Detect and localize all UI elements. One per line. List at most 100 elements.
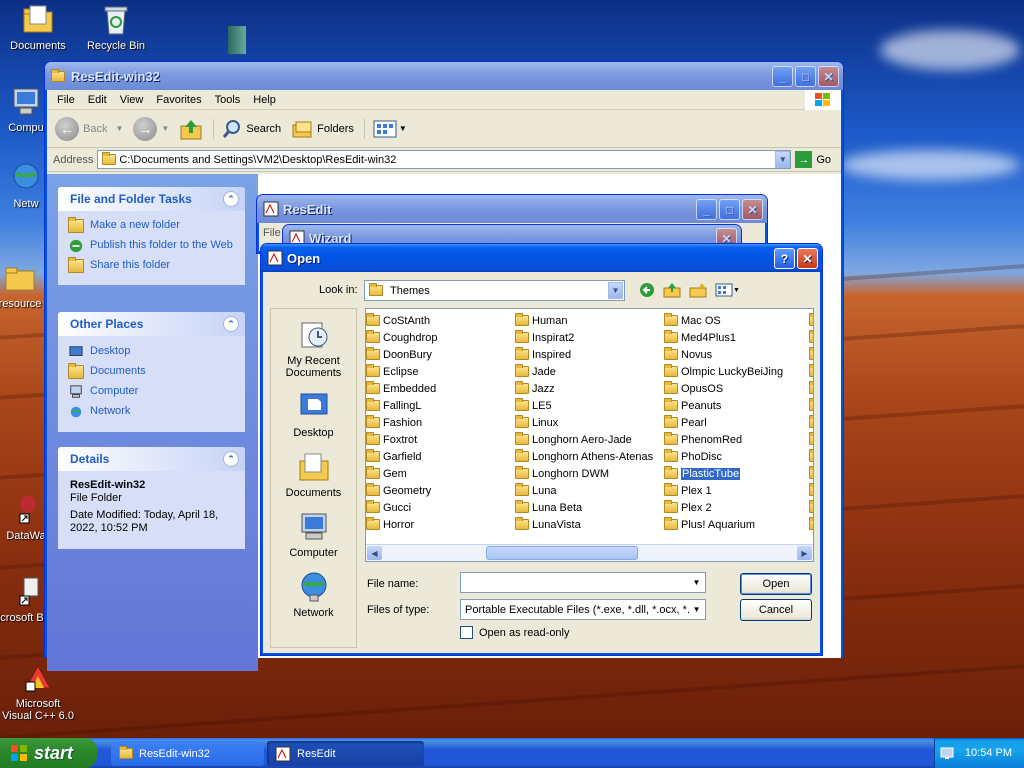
open-dialog-title-bar[interactable]: Open ? ✕ xyxy=(261,244,822,272)
search-button[interactable]: Search xyxy=(213,118,281,139)
file-list-item[interactable]: Pearl xyxy=(664,414,783,431)
new-folder-icon[interactable] xyxy=(689,282,707,298)
menu-view[interactable]: View xyxy=(120,94,144,106)
menu-file[interactable]: File xyxy=(57,94,75,106)
file-type-dropdown-button[interactable]: ▼ xyxy=(689,601,704,618)
task-publish-folder[interactable]: Publish this folder to the Web xyxy=(58,236,245,256)
help-button[interactable]: ? xyxy=(774,248,795,269)
task-share-folder[interactable]: Share this folder xyxy=(58,256,245,276)
file-list-item[interactable]: LE5 xyxy=(515,397,653,414)
close-button[interactable]: ✕ xyxy=(797,248,818,269)
details-header[interactable]: Details ⌃ xyxy=(58,447,245,471)
file-list-item[interactable]: Gem xyxy=(366,465,437,482)
folders-button[interactable]: Folders xyxy=(291,119,354,139)
close-button[interactable]: ✕ xyxy=(742,199,763,220)
view-menu-button[interactable]: ▼ xyxy=(715,282,740,298)
minimize-button[interactable]: _ xyxy=(696,199,717,220)
desktop-icon-recycle-bin[interactable]: Recycle Bin xyxy=(78,4,154,52)
clock[interactable]: 10:54 PM xyxy=(965,747,1012,759)
go-button[interactable]: → Go xyxy=(795,151,831,168)
file-list-item[interactable]: Coughdrop xyxy=(366,329,437,346)
file-folder-tasks-header[interactable]: File and Folder Tasks ⌃ xyxy=(58,187,245,211)
up-folder-icon[interactable] xyxy=(663,282,681,298)
file-list-item[interactable]: OpusOS xyxy=(664,380,783,397)
file-list-item[interactable]: Mac OS xyxy=(664,312,783,329)
look-in-select[interactable]: Themes ▼ xyxy=(364,280,625,301)
file-list-item[interactable]: Plex 1 xyxy=(664,482,783,499)
maximize-button[interactable]: □ xyxy=(719,199,740,220)
file-list-item[interactable]: Peanuts xyxy=(664,397,783,414)
back-arrow-icon[interactable] xyxy=(639,282,655,298)
file-list-item[interactable]: Olmpic LuckyBeiJing xyxy=(664,363,783,380)
file-list-item[interactable]: Jazz xyxy=(515,380,653,397)
task-make-new-folder[interactable]: Make a new folder xyxy=(58,216,245,236)
other-places-header[interactable]: Other Places ⌃ xyxy=(58,312,245,336)
menu-help[interactable]: Help xyxy=(253,94,276,106)
place-computer[interactable]: Computer xyxy=(58,382,245,402)
file-type-select[interactable]: Portable Executable Files (*.exe, *.dll,… xyxy=(460,599,706,620)
file-list-item[interactable]: LunaVista xyxy=(515,516,653,533)
forward-button[interactable]: → ▼ xyxy=(133,116,169,141)
file-list-item[interactable]: Linux xyxy=(515,414,653,431)
scrollbar-thumb[interactable] xyxy=(486,546,638,560)
menu-file[interactable]: File xyxy=(263,227,281,239)
menu-tools[interactable]: Tools xyxy=(215,94,241,106)
file-list-item[interactable]: Eclipse xyxy=(366,363,437,380)
horizontal-scrollbar[interactable]: ◀ ▶ xyxy=(366,544,813,561)
file-list-item[interactable]: Geometry xyxy=(366,482,437,499)
file-list-item[interactable]: Longhorn Athens-Atenas xyxy=(515,448,653,465)
address-dropdown-button[interactable]: ▼ xyxy=(775,151,791,168)
file-list-item[interactable]: Luna xyxy=(515,482,653,499)
file-name-input[interactable]: ▼ xyxy=(460,572,706,593)
file-list-item[interactable]: PlasticTube xyxy=(664,465,783,482)
file-list-item[interactable]: Embedded xyxy=(366,380,437,397)
file-list-item[interactable]: Longhorn DWM xyxy=(515,465,653,482)
place-my-recent-documents[interactable]: My Recent Documents xyxy=(271,319,356,379)
up-folder-button[interactable] xyxy=(179,117,203,141)
taskbar-item-resedit-win32[interactable]: ResEdit-win32 xyxy=(111,741,264,766)
scroll-right-button[interactable]: ▶ xyxy=(797,546,812,560)
file-list-item[interactable]: Foxtrot xyxy=(366,431,437,448)
look-in-dropdown-button[interactable]: ▼ xyxy=(608,282,623,299)
collapse-chevron-icon[interactable]: ⌃ xyxy=(223,316,239,332)
address-input[interactable]: C:\Documents and Settings\VM2\Desktop\Re… xyxy=(97,150,792,169)
minimize-button[interactable]: _ xyxy=(772,66,793,87)
close-button[interactable]: ✕ xyxy=(818,66,839,87)
file-list-item[interactable]: Gucci xyxy=(366,499,437,516)
file-list-item[interactable]: PhoDisc xyxy=(664,448,783,465)
file-list-item[interactable]: Longhorn Aero-Jade xyxy=(515,431,653,448)
start-button[interactable]: start xyxy=(0,738,97,768)
file-list-item[interactable]: Horror xyxy=(366,516,437,533)
taskbar-item-resedit[interactable]: ResEdit xyxy=(267,741,424,766)
place-documents[interactable]: Documents xyxy=(271,451,356,499)
views-button[interactable]: ▼ xyxy=(363,118,407,139)
open-readonly-checkbox[interactable]: Open as read-only xyxy=(460,626,570,639)
file-list-item[interactable]: Jade xyxy=(515,363,653,380)
maximize-button[interactable]: □ xyxy=(795,66,816,87)
desktop-item[interactable] xyxy=(228,26,246,54)
file-list-item[interactable]: DoonBury xyxy=(366,346,437,363)
tray-network-icon[interactable] xyxy=(939,745,955,761)
file-list-item[interactable]: Inspirat2 xyxy=(515,329,653,346)
file-list-item[interactable]: Plus! Aquarium xyxy=(664,516,783,533)
place-desktop[interactable]: Desktop xyxy=(271,391,356,439)
file-list-item[interactable]: Garfield xyxy=(366,448,437,465)
file-list-item[interactable]: Luna Beta xyxy=(515,499,653,516)
resedit-title-bar[interactable]: ResEdit _ □ ✕ xyxy=(257,195,767,223)
file-list-item[interactable]: Novus xyxy=(664,346,783,363)
file-list-item[interactable]: Plex 2 xyxy=(664,499,783,516)
menu-edit[interactable]: Edit xyxy=(88,94,107,106)
explorer-title-bar[interactable]: ResEdit-win32 _ □ ✕ xyxy=(45,62,843,90)
file-list-item[interactable]: FallingL xyxy=(366,397,437,414)
collapse-chevron-icon[interactable]: ⌃ xyxy=(223,191,239,207)
desktop-icon-visual-cpp[interactable]: Microsoft Visual C++ 6.0 xyxy=(0,662,76,722)
file-list-item[interactable]: PhenomRed xyxy=(664,431,783,448)
file-list-item[interactable]: CoStAnth xyxy=(366,312,437,329)
place-network[interactable]: Network xyxy=(271,571,356,619)
file-list-item[interactable]: Med4Plus1 xyxy=(664,329,783,346)
scroll-left-button[interactable]: ◀ xyxy=(367,546,382,560)
collapse-chevron-icon[interactable]: ⌃ xyxy=(223,451,239,467)
place-computer[interactable]: Computer xyxy=(271,511,356,559)
menu-favorites[interactable]: Favorites xyxy=(156,94,201,106)
file-list-item[interactable]: Inspired xyxy=(515,346,653,363)
